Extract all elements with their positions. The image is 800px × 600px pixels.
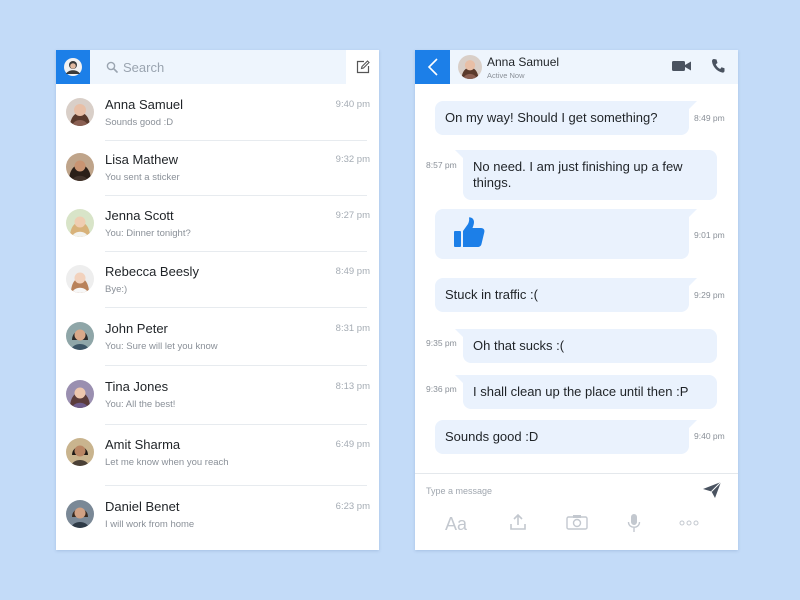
- message-time: 9:01 pm: [694, 230, 725, 240]
- contact-last-message: I will work from home: [105, 519, 195, 530]
- upload-icon[interactable]: [509, 513, 527, 531]
- message-bubble: I shall clean up the place until then :P: [455, 375, 717, 409]
- more-icon[interactable]: [679, 520, 699, 526]
- contacts-panel: Anna Samuel Sounds good :D 9:40 pm Lisa …: [56, 50, 379, 550]
- message-bubble: Stuck in traffic :(: [435, 278, 697, 312]
- message-text: Stuck in traffic :(: [445, 287, 538, 302]
- contact-name: Rebecca Beesly: [105, 264, 199, 279]
- search-box[interactable]: [90, 50, 346, 84]
- contact-name: Daniel Benet: [105, 499, 180, 514]
- contact-time: 8:31 pm: [335, 323, 370, 334]
- contact-name: Anna Samuel: [105, 97, 184, 112]
- message-text: I shall clean up the place until then :P: [473, 384, 689, 399]
- contact-item[interactable]: Tina Jones You: All the best! 8:13 pm: [56, 366, 379, 422]
- send-icon[interactable]: [702, 481, 722, 499]
- font-icon[interactable]: Aa: [445, 514, 467, 535]
- contact-time: 9:40 pm: [335, 99, 370, 110]
- contact-last-message: Bye:): [105, 284, 128, 295]
- contact-avatar: [66, 322, 94, 350]
- chevron-left-icon: [427, 58, 438, 76]
- chat-contact-status: Active Now: [487, 71, 525, 80]
- contact-item[interactable]: Lisa Mathew You sent a sticker 9:32 pm: [56, 139, 379, 195]
- contact-item[interactable]: Jenna Scott You: Dinner tonight? 9:27 pm: [56, 195, 379, 251]
- contact-time: 9:27 pm: [335, 210, 370, 221]
- contact-avatar: [66, 380, 94, 408]
- contact-last-message: You: All the best!: [105, 399, 176, 410]
- contact-item[interactable]: Daniel Benet I will work from home 6:23 …: [56, 486, 379, 542]
- contact-last-message: Sounds good :D: [105, 117, 174, 128]
- search-icon: [106, 61, 118, 73]
- compose-button[interactable]: [346, 50, 379, 84]
- message-input[interactable]: [426, 484, 686, 498]
- message-bubble: On my way! Should I get something?: [435, 101, 697, 135]
- message-time: 8:49 pm: [694, 113, 725, 123]
- message-text: Oh that sucks :(: [473, 338, 565, 353]
- chat-contact-avatar: [458, 55, 482, 79]
- message-time: 9:29 pm: [694, 290, 725, 300]
- contact-time: 6:23 pm: [335, 501, 370, 512]
- contact-last-message: You sent a sticker: [105, 172, 180, 183]
- back-button[interactable]: [415, 50, 450, 84]
- contact-avatar: [66, 438, 94, 466]
- contacts-header: [56, 50, 379, 84]
- message-bubble: Oh that sucks :(: [455, 329, 717, 363]
- contact-time: 8:49 pm: [335, 266, 370, 277]
- message-time: 8:57 pm: [426, 160, 457, 170]
- contact-name: Amit Sharma: [105, 437, 181, 452]
- profile-button[interactable]: [56, 50, 90, 84]
- chat-contact-name: Anna Samuel: [487, 55, 560, 69]
- video-call-icon[interactable]: [671, 59, 693, 73]
- search-input[interactable]: [123, 58, 333, 76]
- user-avatar: [64, 58, 82, 76]
- message-time: 9:36 pm: [426, 384, 457, 394]
- message-thread: On my way! Should I get something? 8:49 …: [415, 84, 738, 473]
- sticker-bubble: [435, 209, 697, 259]
- thumbs-up-icon: [454, 217, 485, 247]
- message-bubble: No need. I am just finishing up a few th…: [455, 150, 717, 200]
- contact-time: 8:13 pm: [335, 381, 370, 392]
- contact-last-message: Let me know when you reach: [105, 457, 229, 468]
- contact-name: Jenna Scott: [105, 208, 174, 223]
- message-text: Sounds good :D: [445, 429, 539, 444]
- contact-item[interactable]: Anna Samuel Sounds good :D 9:40 pm: [56, 84, 379, 140]
- microphone-icon[interactable]: [627, 513, 641, 533]
- message-text: On my way! Should I get something?: [445, 110, 658, 125]
- message-composer: Aa: [415, 473, 738, 550]
- contact-item[interactable]: Amit Sharma Let me know when you reach 6…: [56, 424, 379, 480]
- contact-time: 9:32 pm: [335, 154, 370, 165]
- contact-list: Anna Samuel Sounds good :D 9:40 pm Lisa …: [56, 84, 379, 550]
- contact-name: Tina Jones: [105, 379, 169, 394]
- contact-item[interactable]: John Peter You: Sure will let you know 8…: [56, 308, 379, 364]
- message-text: No need. I am just finishing up a few th…: [473, 159, 683, 190]
- message-time: 9:35 pm: [426, 338, 457, 348]
- contact-avatar: [66, 500, 94, 528]
- contact-avatar: [66, 153, 94, 181]
- contact-avatar: [66, 209, 94, 237]
- chat-header: Anna Samuel Active Now: [415, 50, 738, 84]
- contact-name: John Peter: [105, 321, 168, 336]
- contact-avatar: [66, 265, 94, 293]
- contact-last-message: You: Sure will let you know: [105, 341, 218, 352]
- contact-avatar: [66, 98, 94, 126]
- message-bubble: Sounds good :D: [435, 420, 697, 454]
- phone-call-icon[interactable]: [711, 58, 725, 74]
- contact-time: 6:49 pm: [335, 439, 370, 450]
- chat-panel: Anna Samuel Active Now On my way! Should…: [415, 50, 738, 550]
- contact-item[interactable]: Rebecca Beesly Bye:) 8:49 pm: [56, 251, 379, 307]
- contact-name: Lisa Mathew: [105, 152, 178, 167]
- camera-icon[interactable]: [566, 514, 588, 530]
- message-time: 9:40 pm: [694, 431, 725, 441]
- compose-icon: [356, 60, 370, 74]
- contact-last-message: You: Dinner tonight?: [105, 228, 191, 239]
